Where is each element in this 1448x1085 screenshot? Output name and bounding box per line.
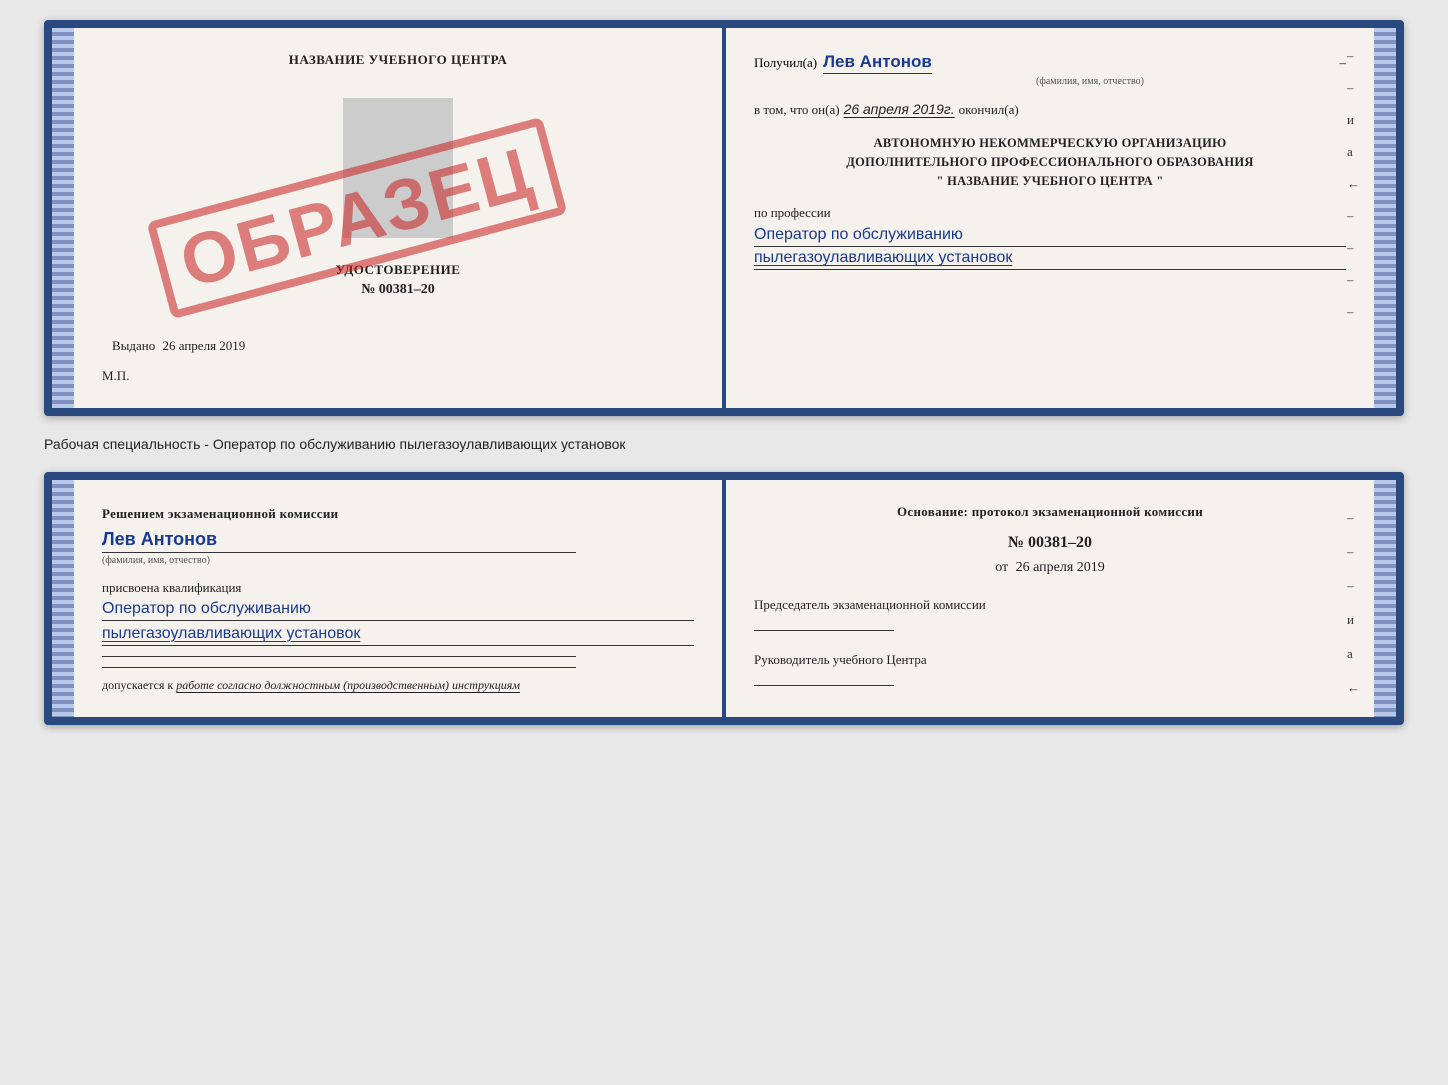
org-line2: ДОПОЛНИТЕЛЬНОГО ПРОФЕССИОНАЛЬНОГО ОБРАЗО… bbox=[754, 153, 1346, 172]
vydano-date: 26 апреля 2019 bbox=[163, 338, 246, 353]
predsedatel-text: Председатель экзаменационной комиссии bbox=[754, 596, 1346, 631]
certificate-number: № 00381–20 bbox=[102, 282, 694, 298]
rukovoditel-label: Руководитель учебного Центра bbox=[754, 651, 1346, 669]
org-line1: АВТОНОМНУЮ НЕКОММЕРЧЕСКУЮ ОРГАНИЗАЦИЮ bbox=[754, 134, 1346, 153]
top-document: НАЗВАНИЕ УЧЕБНОГО ЦЕНТРА УДОСТОВЕРЕНИЕ №… bbox=[44, 20, 1404, 416]
protocol-number: № 00381–20 bbox=[754, 534, 1346, 552]
profession-label: по профессии bbox=[754, 205, 831, 220]
left-border-pattern bbox=[52, 28, 74, 408]
resheniem-text: Решением экзаменационной комиссии bbox=[102, 504, 694, 525]
bottom-doc-left: Решением экзаменационной комиссии Лев Ан… bbox=[74, 480, 722, 717]
vydano-label: Выдано bbox=[112, 338, 155, 353]
vydano-line: Выдано 26 апреля 2019 bbox=[102, 338, 694, 354]
bottom-doc-right: Основание: протокол экзаменационной коми… bbox=[726, 480, 1374, 717]
kvalif-line2: пылегазоулавливающих установок bbox=[102, 625, 694, 646]
photo-placeholder bbox=[343, 98, 453, 238]
dash1: – bbox=[938, 55, 1346, 71]
middle-text: Рабочая специальность - Оператор по обсл… bbox=[44, 432, 1404, 456]
protocol-date-value: 26 апреля 2019 bbox=[1016, 560, 1105, 575]
fio-label-top: (фамилия, имя, отчество) bbox=[834, 76, 1346, 87]
right-dashes: – – и а ← – – – – bbox=[1347, 48, 1360, 320]
blank-line1 bbox=[102, 656, 576, 657]
dopuskaetsya-block: допускается к работе согласно должностны… bbox=[102, 678, 694, 693]
bottom-fio-label: (фамилия, имя, отчество) bbox=[102, 555, 694, 566]
ot-prefix: от bbox=[995, 560, 1008, 575]
vtom-line: в том, что он(а) 26 апреля 2019г. окончи… bbox=[754, 101, 1346, 118]
bottom-person-name: Лев Антонов bbox=[102, 529, 576, 553]
bottom-right-dashes: – – – и а ← – – – – bbox=[1347, 510, 1360, 725]
vtom-date: 26 апреля 2019г. bbox=[844, 101, 955, 117]
top-doc-right: Получил(а) Лев Антонов – (фамилия, имя, … bbox=[726, 28, 1374, 408]
prisvoena-text: присвоена квалификация bbox=[102, 580, 694, 596]
right-border-pattern bbox=[1374, 28, 1396, 408]
predsedatel-label: Председатель экзаменационной комиссии bbox=[754, 596, 1346, 614]
bottom-left-border bbox=[52, 480, 74, 717]
profession-value1: Оператор по обслуживанию bbox=[754, 226, 1346, 247]
vtom-prefix: в том, что он(а) bbox=[754, 102, 840, 118]
udostoverenie-title: УДОСТОВЕРЕНИЕ bbox=[102, 262, 694, 278]
rukovoditel-signature-line bbox=[754, 685, 894, 686]
recipient-name: Лев Антонов bbox=[823, 52, 932, 74]
dopuskaetsya-value: работе согласно должностным (производств… bbox=[176, 678, 520, 692]
org-block: АВТОНОМНУЮ НЕКОММЕРЧЕСКУЮ ОРГАНИЗАЦИЮ ДО… bbox=[754, 134, 1346, 190]
predsedatel-signature-line bbox=[754, 630, 894, 631]
blank-line2 bbox=[102, 667, 576, 668]
kvalif-line1: Оператор по обслуживанию bbox=[102, 600, 694, 621]
top-center-title: НАЗВАНИЕ УЧЕБНОГО ЦЕНТРА bbox=[102, 52, 694, 68]
top-doc-left: НАЗВАНИЕ УЧЕБНОГО ЦЕНТРА УДОСТОВЕРЕНИЕ №… bbox=[74, 28, 722, 408]
bottom-document: Решением экзаменационной комиссии Лев Ан… bbox=[44, 472, 1404, 725]
udostoverenie-block: УДОСТОВЕРЕНИЕ № 00381–20 bbox=[102, 262, 694, 298]
mp-label: М.П. bbox=[102, 368, 694, 384]
protocol-date: от 26 апреля 2019 bbox=[754, 560, 1346, 576]
profession-value2: пылегазоулавливающих установок bbox=[754, 249, 1346, 270]
vtom-suffix: окончил(а) bbox=[959, 102, 1019, 118]
bottom-right-border bbox=[1374, 480, 1396, 717]
rukovoditel-block: Руководитель учебного Центра bbox=[754, 651, 1346, 686]
org-line3: " НАЗВАНИЕ УЧЕБНОГО ЦЕНТРА " bbox=[754, 172, 1346, 191]
osnovanie-text: Основание: протокол экзаменационной коми… bbox=[754, 504, 1346, 520]
poluchil-label: Получил(а) bbox=[754, 55, 817, 71]
dopuskaetsya-prefix: допускается к bbox=[102, 678, 173, 692]
